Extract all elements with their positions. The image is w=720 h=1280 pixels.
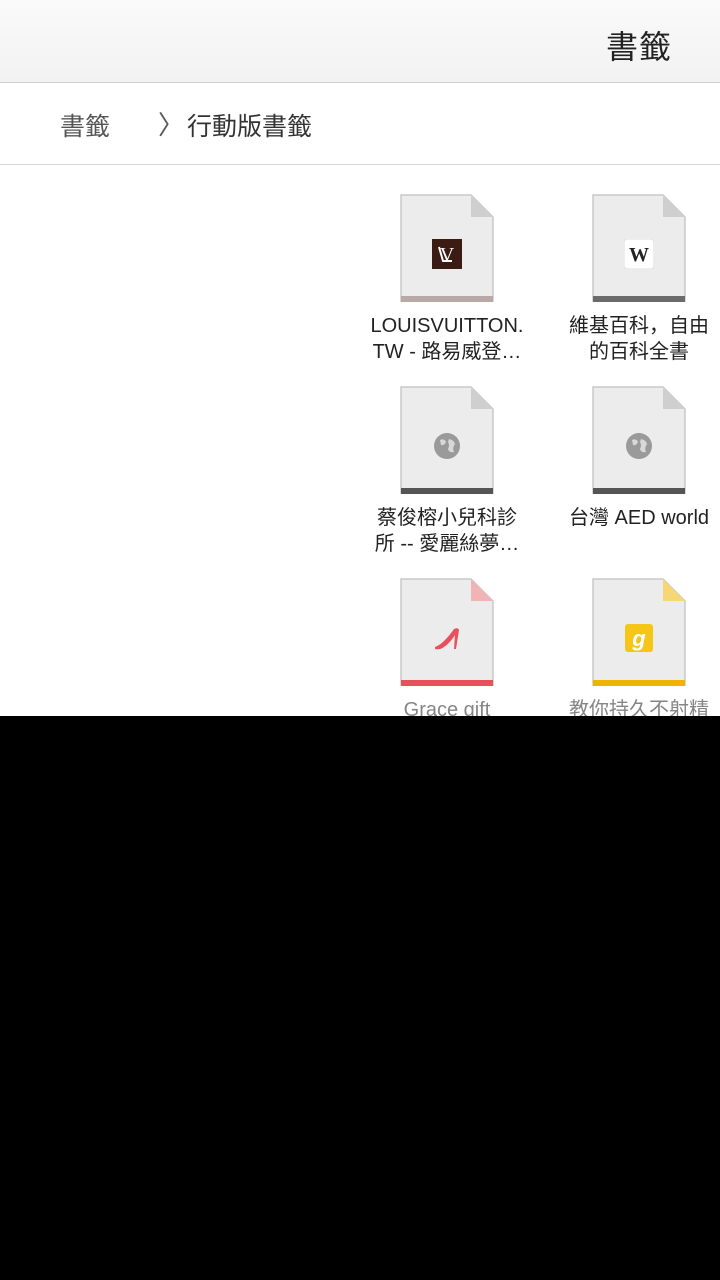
document-icon: g bbox=[591, 577, 687, 689]
bookmark-tile[interactable]: g 教你持久不射精 bbox=[551, 549, 720, 716]
globe-icon bbox=[624, 431, 654, 461]
document-icon bbox=[399, 577, 495, 689]
bookmark-tile[interactable]: 台灣 AED world bbox=[551, 357, 720, 547]
svg-text:W: W bbox=[629, 244, 649, 266]
lv-logo-icon: V bbox=[432, 239, 462, 269]
breadcrumb: 書籤 〉 行動版書籤 bbox=[0, 83, 720, 165]
document-icon: W bbox=[591, 193, 687, 305]
bookmark-tile[interactable]: V LOUISVUITTON. TW - 路易威登… bbox=[359, 165, 535, 363]
document-icon: V bbox=[399, 193, 495, 305]
bookmark-grid: V LOUISVUITTON. TW - 路易威登… W 維基百科，自由 的百科… bbox=[0, 165, 720, 716]
svg-text:g: g bbox=[631, 626, 646, 651]
page-title: 書籤 bbox=[605, 28, 672, 66]
navbar: 書籤 bbox=[0, 0, 720, 83]
bookmark-tile[interactable]: W 維基百科，自由 的百科全書 bbox=[551, 165, 720, 363]
document-icon bbox=[591, 385, 687, 497]
breadcrumb-root-link[interactable]: 書籤 bbox=[60, 107, 110, 143]
bookmark-label: 台灣 AED world bbox=[568, 507, 710, 529]
breadcrumb-current: 行動版書籤 bbox=[187, 112, 313, 141]
breadcrumb-separator-icon: 〉 bbox=[158, 111, 185, 141]
wikipedia-w-icon: W bbox=[624, 239, 654, 269]
bookmark-label: 教你持久不射精 bbox=[569, 699, 709, 716]
g-logo-icon: g bbox=[624, 623, 654, 653]
document-icon bbox=[399, 385, 495, 497]
globe-icon bbox=[432, 431, 462, 461]
bookmarks-screen: 書籤 書籤 〉 行動版書籤 V LOUISVUITTON. TW - 路易威登…… bbox=[0, 0, 720, 716]
bookmark-tile[interactable]: 蔡俊榕小兒科診 所 -- 愛麗絲夢… bbox=[359, 357, 535, 555]
high-heel-icon bbox=[432, 623, 462, 653]
bookmark-label: Grace gift bbox=[403, 699, 491, 716]
bookmark-tile[interactable]: Grace gift bbox=[359, 549, 535, 716]
